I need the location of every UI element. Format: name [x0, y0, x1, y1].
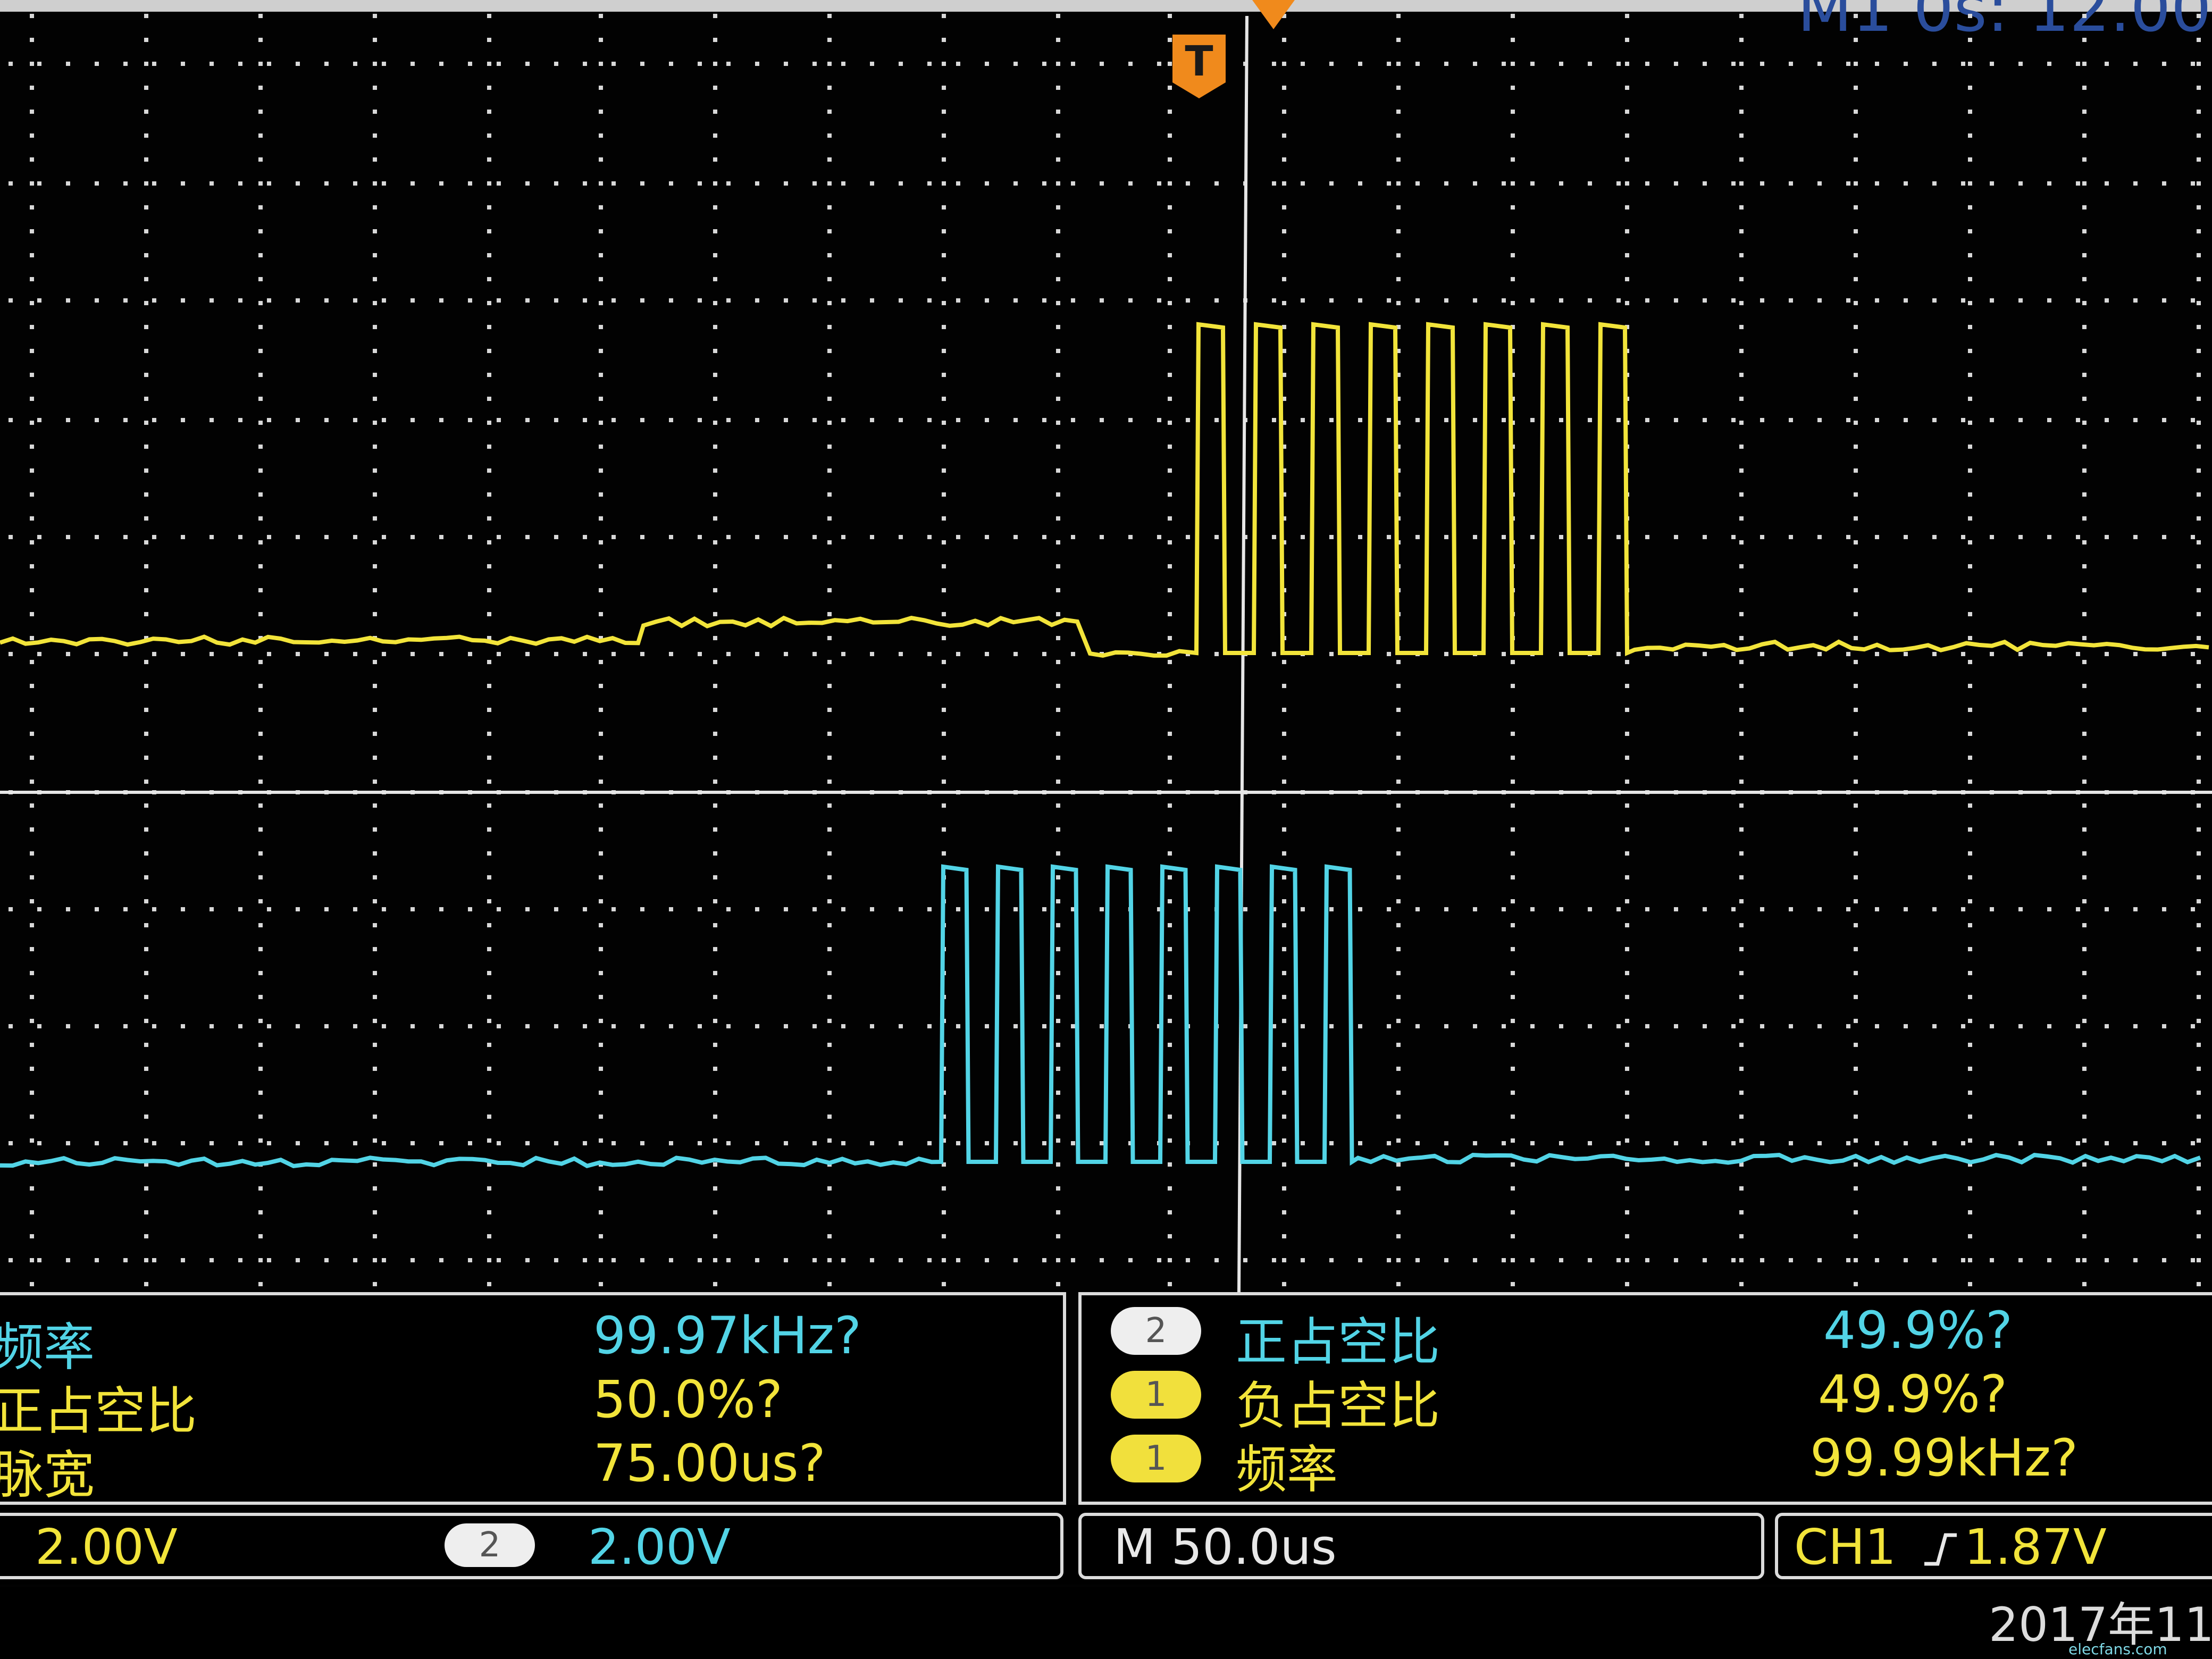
date-strip: 2017年11 [0, 1587, 2212, 1659]
measurement-row[interactable]: 1 频率 99.99kHz? [1082, 1428, 2212, 1492]
measurement-value: 49.9%? [1823, 1301, 2013, 1360]
status-bar: 2.00V 2 2.00V M 50.0us CH1 1.87V [0, 1505, 2212, 1585]
measurement-value: 75.00us? [593, 1434, 826, 1493]
timebase-box[interactable]: M 50.0us [1078, 1513, 1764, 1579]
measurement-panel-left: 频率 99.97kHz? 正占空比 50.0%? 脉宽 75.00us? [0, 1292, 1066, 1505]
ch1-scale[interactable]: 2.00V [35, 1519, 178, 1576]
measurement-value: 99.97kHz? [593, 1306, 861, 1365]
measurement-row[interactable]: 脉宽 75.00us? [0, 1434, 1056, 1497]
measurement-value: 50.0%? [593, 1370, 783, 1429]
measurement-row[interactable]: 正占空比 50.0%? [0, 1370, 1056, 1434]
channel-scale-box[interactable]: 2.00V 2 2.00V [0, 1513, 1063, 1579]
waveform-display [0, 0, 2212, 1292]
rising-edge-icon [1922, 1531, 1959, 1568]
measurement-panel-right: 2 正占空比 49.9%? 1 负占空比 49.9%? 1 频率 99.99kH… [1078, 1292, 2212, 1505]
measurement-name: 负占空比 [1236, 1364, 1440, 1438]
trigger-position-marker[interactable]: T [1170, 32, 1228, 101]
timebase-value[interactable]: M 50.0us [1113, 1519, 1337, 1576]
measurement-name: 频率 [0, 1306, 95, 1380]
measurement-row[interactable]: 1 负占空比 49.9%? [1082, 1364, 2212, 1428]
channel-badge: 1 [1111, 1435, 1201, 1482]
measurement-name: 正占空比 [1236, 1301, 1440, 1375]
trigger-point-arrow-icon [1252, 0, 1295, 32]
channel-badge: 2 [1111, 1307, 1201, 1355]
ch1-waveform [0, 324, 2209, 656]
measurement-row[interactable]: 2 正占空比 49.9%? [1082, 1301, 2212, 1364]
measurement-row[interactable]: 频率 99.97kHz? [0, 1306, 1056, 1370]
ch2-badge: 2 [445, 1523, 535, 1567]
measurement-name: 频率 [1236, 1428, 1338, 1502]
trigger-marker-label: T [1185, 38, 1213, 86]
trigger-level[interactable]: 1.87V [1964, 1519, 2107, 1576]
ch2-scale[interactable]: 2.00V [588, 1519, 731, 1576]
measurement-value: 99.99kHz? [1810, 1428, 2078, 1488]
watermark: elecfans.com [2068, 1640, 2167, 1658]
ch2-waveform [0, 867, 2200, 1166]
measurement-name: 正占空比 [0, 1370, 197, 1444]
trigger-channel: CH1 [1794, 1519, 1896, 1576]
measurement-name: 脉宽 [0, 1434, 95, 1507]
measurement-value: 49.9%? [1818, 1364, 2007, 1424]
channel-badge: 1 [1111, 1371, 1201, 1419]
trigger-box[interactable]: CH1 1.87V [1775, 1513, 2212, 1579]
